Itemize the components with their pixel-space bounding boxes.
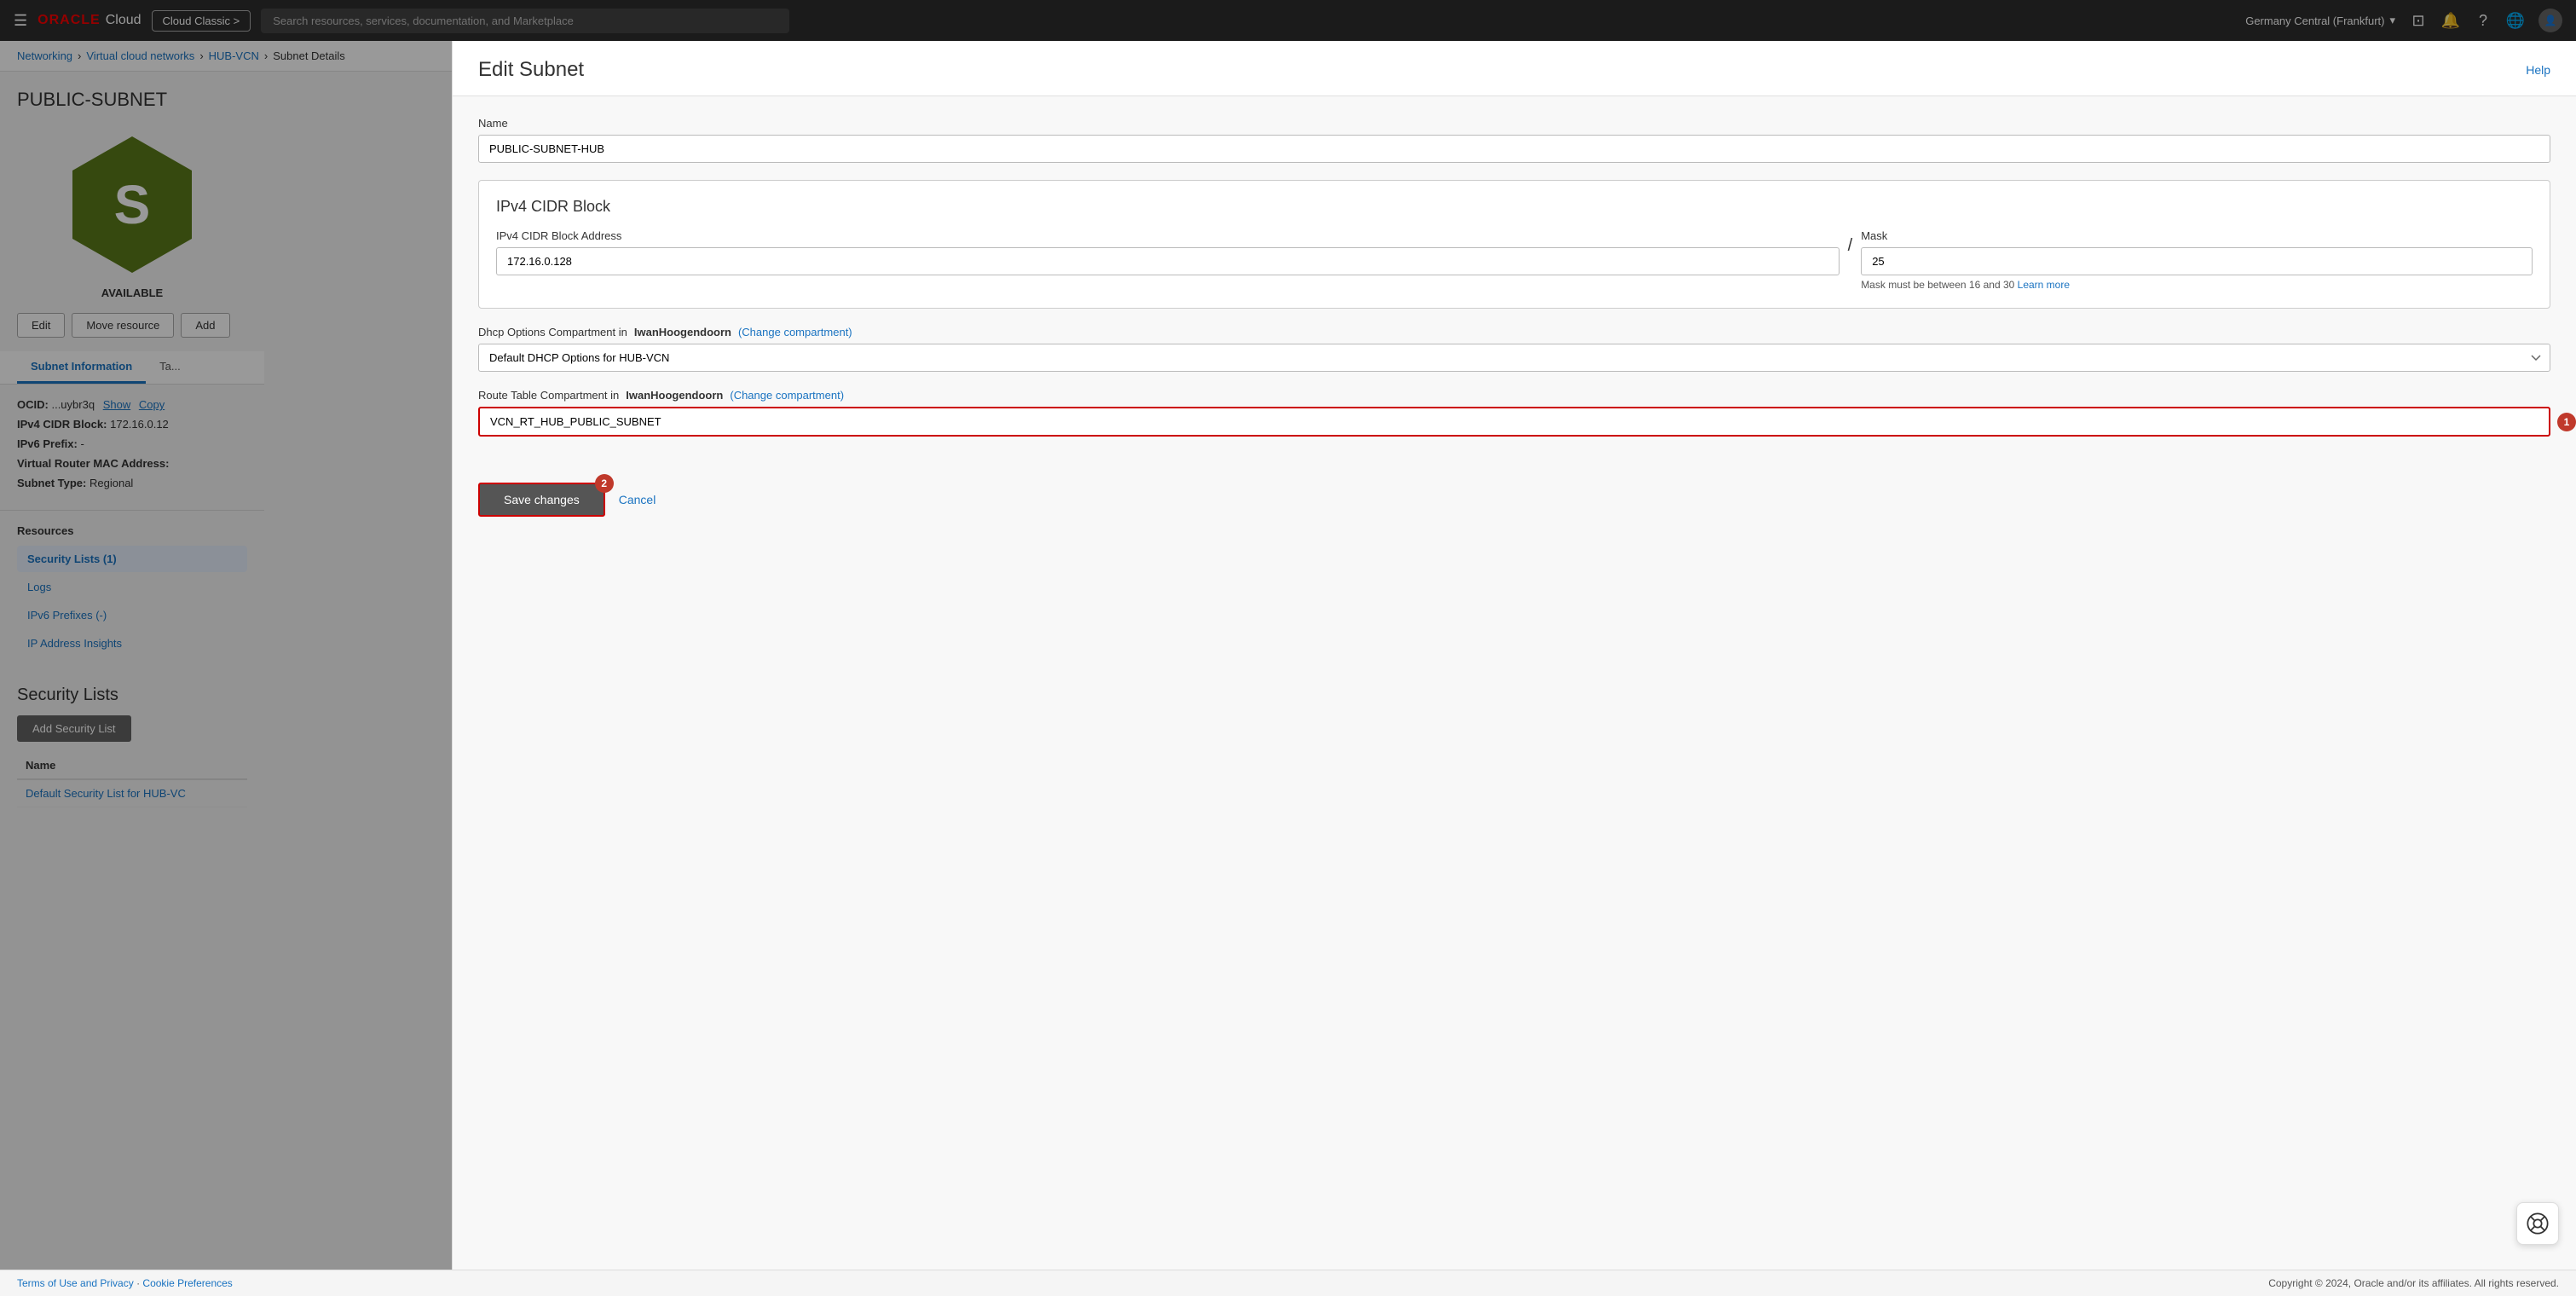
cidr-address-input[interactable]	[496, 247, 1840, 275]
cidr-block-box: IPv4 CIDR Block IPv4 CIDR Block Address …	[478, 180, 2550, 309]
cancel-link[interactable]: Cancel	[619, 493, 656, 506]
mask-group: Mask Mask must be between 16 and 30 Lear…	[1861, 229, 2533, 291]
route-table-label-prefix: Route Table Compartment in	[478, 389, 619, 402]
mask-hint: Mask must be between 16 and 30 Learn mor…	[1861, 279, 2533, 291]
dhcp-compartment-name: IwanHoogendoorn	[634, 326, 731, 338]
route-table-change-compartment-link[interactable]: (Change compartment)	[730, 389, 844, 402]
dhcp-group: Dhcp Options Compartment in IwanHoogendo…	[478, 326, 2550, 372]
edit-panel-body: Name IPv4 CIDR Block IPv4 CIDR Block Add…	[453, 96, 2576, 474]
mask-label: Mask	[1861, 229, 2533, 242]
edit-panel-header: Edit Subnet Help	[453, 41, 2576, 96]
cidr-address-group: IPv4 CIDR Block Address	[496, 229, 1840, 275]
route-table-label-row: Route Table Compartment in IwanHoogendoo…	[478, 389, 2550, 402]
save-btn-wrapper: Save changes 2	[478, 483, 605, 517]
learn-more-link[interactable]: Learn more	[2018, 279, 2070, 291]
edit-subnet-panel: Edit Subnet Help Name IPv4 CIDR Block IP…	[452, 41, 2576, 1296]
step-2-badge: 2	[595, 474, 614, 493]
slash-divider: /	[1848, 229, 1853, 256]
dhcp-label-prefix: Dhcp Options Compartment in	[478, 326, 627, 338]
route-table-input[interactable]	[478, 407, 2550, 437]
step-1-badge: 1	[2557, 413, 2576, 431]
support-button[interactable]	[2516, 1202, 2559, 1245]
footer: Terms of Use and Privacy · Cookie Prefer…	[0, 1270, 2576, 1296]
support-icon	[2526, 1212, 2550, 1235]
cidr-row: IPv4 CIDR Block Address / Mask Mask must…	[496, 229, 2533, 291]
help-link[interactable]: Help	[2526, 63, 2550, 77]
dhcp-select[interactable]: Default DHCP Options for HUB-VCN	[478, 344, 2550, 372]
dhcp-label-row: Dhcp Options Compartment in IwanHoogendo…	[478, 326, 2550, 338]
dhcp-change-compartment-link[interactable]: (Change compartment)	[738, 326, 852, 338]
terms-link[interactable]: Terms of Use and Privacy	[17, 1277, 134, 1289]
name-label: Name	[478, 117, 2550, 130]
mask-input[interactable]	[1861, 247, 2533, 275]
action-row: Save changes 2 Cancel	[453, 474, 2576, 542]
cidr-address-label: IPv4 CIDR Block Address	[496, 229, 1840, 242]
cidr-block-title: IPv4 CIDR Block	[496, 198, 2533, 216]
route-table-group: Route Table Compartment in IwanHoogendoo…	[478, 389, 2550, 437]
route-table-input-wrapper: 1	[478, 407, 2550, 437]
name-input[interactable]	[478, 135, 2550, 163]
footer-left: Terms of Use and Privacy · Cookie Prefer…	[17, 1277, 233, 1289]
cookies-link[interactable]: Cookie Preferences	[142, 1277, 232, 1289]
copyright-text: Copyright © 2024, Oracle and/or its affi…	[2268, 1277, 2559, 1289]
edit-panel-title: Edit Subnet	[478, 58, 584, 82]
route-table-compartment-name: IwanHoogendoorn	[626, 389, 723, 402]
save-changes-button[interactable]: Save changes	[478, 483, 605, 517]
name-group: Name	[478, 117, 2550, 163]
